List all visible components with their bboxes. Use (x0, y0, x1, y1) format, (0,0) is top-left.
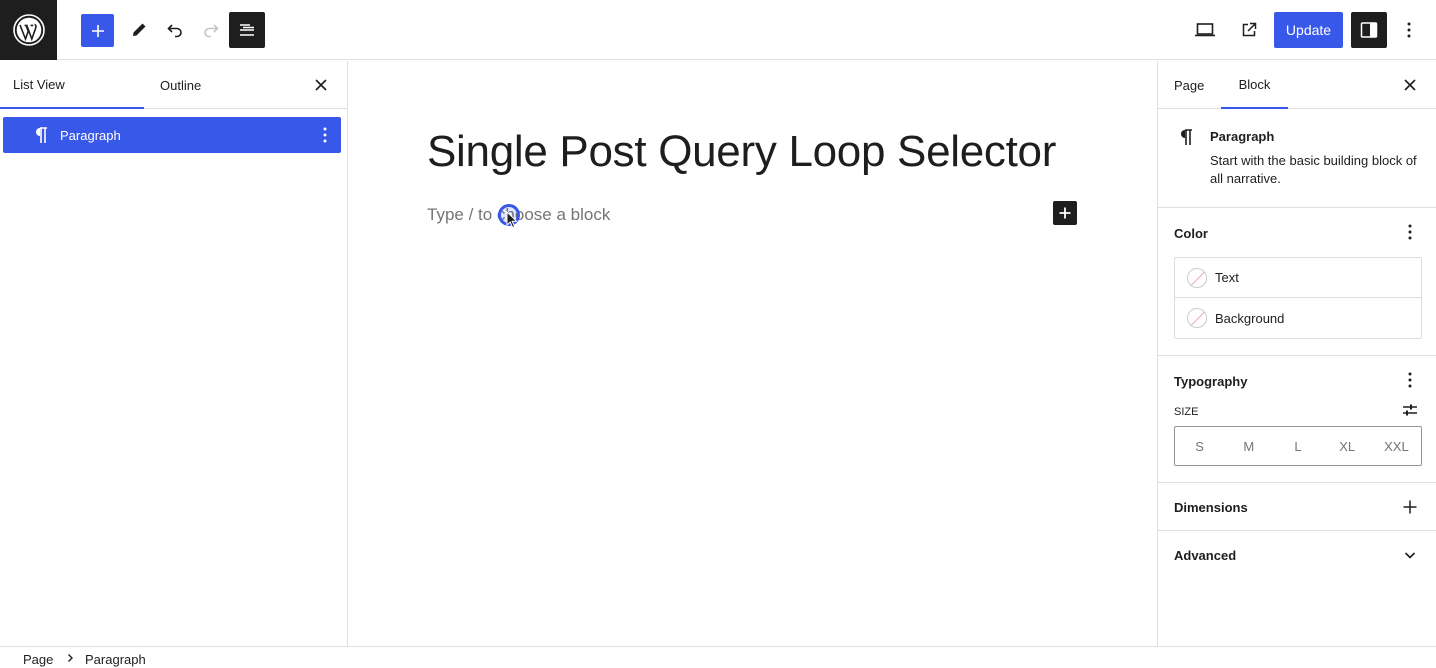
typography-panel-title: Typography (1174, 374, 1248, 389)
chevron-right-icon (68, 654, 73, 662)
pencil-icon (132, 23, 145, 36)
color-options-button[interactable] (1398, 220, 1422, 244)
settings-button[interactable] (1351, 12, 1387, 48)
block-card-description: Start with the basic building block of a… (1210, 153, 1417, 186)
wordpress-icon (12, 14, 45, 46)
tools-button[interactable] (122, 12, 155, 48)
chevron-down-icon (1404, 552, 1416, 559)
wordpress-logo[interactable] (0, 0, 57, 60)
list-view-item-paragraph[interactable]: Paragraph (3, 117, 341, 153)
redo-button[interactable] (194, 12, 227, 48)
list-view-icon (240, 24, 254, 36)
more-vertical-icon (1408, 224, 1412, 240)
more-vertical-icon (1408, 372, 1412, 388)
undo-button[interactable] (158, 12, 191, 48)
list-view-item-label: Paragraph (60, 128, 121, 143)
view-button[interactable] (1188, 12, 1221, 48)
advanced-panel-title: Advanced (1174, 548, 1237, 563)
dimensions-add-button[interactable] (1398, 495, 1422, 519)
sidebar-tabs: Page Block (1158, 61, 1436, 109)
settings-sidebar: Page Block Paragraph Start with the basi… (1157, 61, 1436, 646)
document-overview-button[interactable] (229, 12, 265, 48)
block-breadcrumb: Page Paragraph (0, 646, 1436, 668)
font-size-s[interactable]: S (1175, 427, 1224, 465)
font-size-picker: S M L XL XXL (1174, 426, 1422, 466)
mouse-cursor-icon (506, 211, 518, 229)
sidebar-icon (1360, 22, 1378, 38)
font-size-l[interactable]: L (1273, 427, 1322, 465)
paragraph-icon (1174, 125, 1198, 149)
color-panel: Color Text Background (1158, 208, 1436, 356)
editor-canvas: Single Post Query Loop Selector Type / t… (349, 61, 1156, 646)
tab-list-view[interactable]: List View (0, 61, 144, 109)
font-size-m[interactable]: M (1224, 427, 1273, 465)
list-view-panel: List View Outline Paragraph (0, 61, 348, 646)
breadcrumb-page[interactable]: Page (23, 652, 53, 667)
external-link-icon (1242, 22, 1256, 37)
text-color-label: Text (1215, 270, 1239, 285)
undo-icon (166, 24, 182, 38)
plus-icon (1403, 500, 1417, 514)
block-card-title: Paragraph (1210, 129, 1275, 144)
plus-icon (1059, 207, 1071, 219)
advanced-toggle[interactable] (1398, 543, 1422, 567)
add-block-button[interactable] (81, 14, 114, 47)
color-swatch-icon (1187, 308, 1207, 328)
custom-size-toggle[interactable] (1398, 398, 1422, 422)
typography-options-button[interactable] (1398, 368, 1422, 392)
tab-page[interactable]: Page (1174, 61, 1204, 109)
paragraph-icon (31, 125, 51, 145)
background-color-label: Background (1215, 310, 1285, 326)
plus-icon (91, 24, 104, 37)
font-size-xl[interactable]: XL (1323, 427, 1372, 465)
list-view-tabs: List View Outline (0, 61, 347, 109)
typography-panel: Typography SIZE S M L XL XXL (1158, 356, 1436, 483)
tab-block[interactable]: Block (1221, 61, 1288, 109)
more-vertical-icon (1407, 22, 1411, 38)
desktop-icon (1194, 23, 1215, 37)
view-page-button[interactable] (1232, 12, 1265, 48)
more-vertical-icon[interactable] (315, 125, 335, 145)
dimensions-panel[interactable]: Dimensions (1158, 483, 1436, 531)
redo-icon (203, 24, 219, 38)
options-button[interactable] (1393, 12, 1425, 48)
update-button[interactable]: Update (1274, 12, 1343, 48)
post-title[interactable]: Single Post Query Loop Selector (427, 127, 1056, 177)
font-size-xxl[interactable]: XXL (1372, 427, 1421, 465)
text-color-option[interactable]: Text (1175, 258, 1421, 298)
block-card: Paragraph Start with the basic building … (1158, 109, 1436, 208)
color-panel-title: Color (1174, 226, 1208, 241)
inline-add-block-button[interactable] (1053, 201, 1077, 225)
settings-sliders-icon (1403, 404, 1417, 416)
advanced-panel[interactable]: Advanced (1158, 531, 1436, 579)
close-icon (315, 79, 327, 91)
editor-header: Update (0, 0, 1436, 60)
close-icon (1404, 79, 1416, 91)
dimensions-panel-title: Dimensions (1174, 500, 1248, 515)
color-swatch-icon (1187, 267, 1207, 288)
color-settings-group: Text Background (1174, 257, 1422, 339)
background-color-option[interactable]: Background (1175, 298, 1421, 338)
font-size-label: SIZE (1174, 406, 1199, 418)
tab-outline[interactable]: Outline (160, 61, 201, 109)
close-list-view-button[interactable] (309, 73, 333, 97)
close-settings-button[interactable] (1398, 73, 1422, 97)
breadcrumb-paragraph[interactable]: Paragraph (85, 652, 146, 667)
